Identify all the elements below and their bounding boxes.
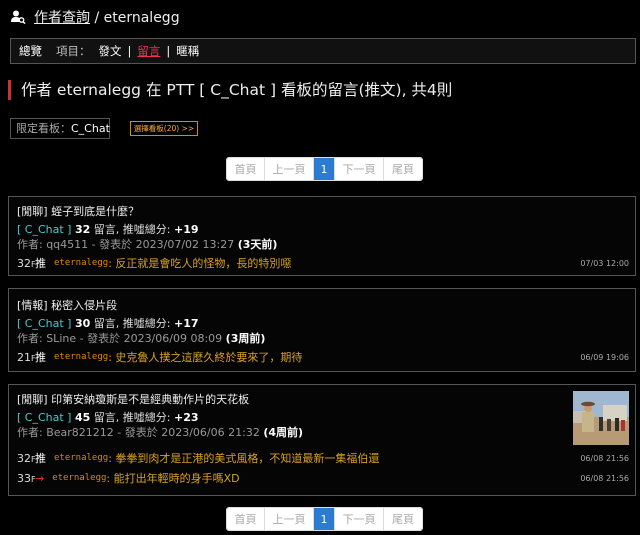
tab-posts[interactable]: 發文 [99, 43, 122, 59]
comment-count: 45 [74, 411, 91, 424]
comment-time: 06/08 21:56 [580, 473, 629, 483]
comment-push-tag: 推 [35, 351, 46, 364]
board-filter-label: 限定看板： [16, 122, 71, 135]
post-stats: [ C_Chat ] 45 留言, 推噓總分: +23 [17, 409, 199, 425]
post-card: [情報] 秘密入侵片段 [ C_Chat ] 30 留言, 推噓總分: +17 … [8, 288, 636, 372]
relative-time: (4周前) [263, 426, 304, 439]
board-filter-value: C_Chat [71, 122, 110, 135]
post-meta: 作者: Bear821212 - 發表於 2023/06/06 21:32 (4… [17, 424, 303, 440]
comment-text: : 史克魯人撲之這麼久終於要來了，期待 [108, 351, 303, 364]
comment-push-tag: 推 [35, 452, 46, 465]
comment-user[interactable]: eternalegg [54, 453, 108, 463]
relative-time: (3周前) [225, 332, 266, 345]
author-name: eternalegg [103, 10, 180, 26]
comment-text: : 反正就是會吃人的怪物，長的特別噁 [108, 257, 292, 270]
comment-time: 06/08 21:56 [580, 453, 629, 463]
stats-label: 留言, 推噓總分: [90, 223, 174, 236]
comment-text: : 能打出年輕時的身手嗎XD [106, 472, 240, 485]
score: +17 [173, 317, 199, 330]
pager-current-page[interactable]: 1 [314, 158, 335, 180]
stats-label: 留言, 推噓總分: [90, 411, 174, 424]
post-author-date: 作者: Bear821212 - 發表於 2023/06/06 21:32 [17, 426, 260, 439]
comment-row: 21F 推 eternalegg : 史克魯人撲之這麼久終於要來了，期待 06/… [17, 350, 629, 365]
pager-top: 首頁 上一頁 1 下一頁 尾頁 [226, 157, 423, 181]
comment-floor: 33F [17, 471, 36, 485]
pager-first-button[interactable]: 首頁 [227, 508, 265, 530]
comment-floor: 32F [17, 256, 36, 270]
results-heading: 作者 eternalegg 在 PTT [ C_Chat ] 看板的留言(推文)… [8, 80, 452, 100]
breadcrumb-separator: / [90, 10, 104, 26]
comment-time: 07/03 12:00 [580, 258, 629, 268]
post-stats: [ C_Chat ] 30 留言, 推噓總分: +17 [17, 315, 199, 331]
board-tag[interactable]: [ C_Chat ] [17, 223, 71, 236]
pager-next-button[interactable]: 下一頁 [335, 508, 384, 530]
post-title[interactable]: [情報] 秘密入侵片段 [17, 297, 117, 313]
board-tag[interactable]: [ C_Chat ] [17, 317, 71, 330]
tab-nicknames[interactable]: 暱稱 [176, 43, 199, 59]
post-title[interactable]: [閒聊] 印第安納瓊斯是不是經典動作片的天花板 [17, 391, 249, 407]
stats-label: 留言, 推噓總分: [90, 317, 174, 330]
post-meta: 作者: qq4511 - 發表於 2023/07/02 13:27 (3天前) [17, 236, 277, 252]
comment-count: 32 [74, 223, 91, 236]
author-search-link[interactable]: 作者查詢 [34, 10, 90, 26]
comment-floor: 21F [17, 350, 36, 364]
select-board-button[interactable]: 選擇看板(20) >> [130, 121, 198, 136]
post-author-date: 作者: qq4511 - 發表於 2023/07/02 13:27 [17, 238, 235, 251]
pager-last-button[interactable]: 尾頁 [384, 508, 422, 530]
comment-row: 32F 推 eternalegg : 反正就是會吃人的怪物，長的特別噁 07/0… [17, 256, 629, 271]
comment-time: 06/09 19:06 [580, 352, 629, 362]
comment-user[interactable]: eternalegg [52, 473, 106, 483]
comment-user[interactable]: eternalegg [54, 352, 108, 362]
category-tabs: 總覽 項目： 發文 | 留言 | 暱稱 [10, 38, 636, 64]
comment-text: : 拳拳到肉才是正港的美式風格，不知道最新一集福伯還 [108, 452, 380, 465]
pager-current-page[interactable]: 1 [314, 508, 335, 530]
post-author-date: 作者: SLine - 發表於 2023/06/09 08:09 [17, 332, 223, 345]
user-search-icon [10, 9, 26, 25]
comment-user[interactable]: eternalegg [54, 258, 108, 268]
score: +19 [173, 223, 199, 236]
tab-separator: | [166, 44, 171, 58]
tab-comments[interactable]: 留言 [137, 43, 160, 59]
tabs-label: 項目： [56, 44, 91, 58]
comment-arrow-tag: → [35, 471, 45, 485]
comment-push-tag: 推 [35, 257, 46, 270]
page-header: 作者查詢 / eternalegg [10, 6, 180, 28]
pager-prev-button[interactable]: 上一頁 [265, 508, 314, 530]
board-filter: 限定看板：C_Chat [10, 118, 110, 139]
post-stats: [ C_Chat ] 32 留言, 推噓總分: +19 [17, 221, 199, 237]
comment-row: 33F → eternalegg : 能打出年輕時的身手嗎XD 06/08 21… [17, 471, 629, 486]
page-title: 作者查詢 / eternalegg [34, 7, 180, 27]
pager-last-button[interactable]: 尾頁 [384, 158, 422, 180]
post-card: [閒聊] 蛭子到底是什麼？ [ C_Chat ] 32 留言, 推噓總分: +1… [8, 196, 636, 276]
comment-row: 32F 推 eternalegg : 拳拳到肉才是正港的美式風格，不知道最新一集… [17, 451, 629, 466]
relative-time: (3天前) [237, 238, 278, 251]
score: +23 [173, 411, 199, 424]
post-card: [閒聊] 印第安納瓊斯是不是經典動作片的天花板 [ C_Chat ] 45 留言… [8, 384, 636, 496]
post-title[interactable]: [閒聊] 蛭子到底是什麼？ [17, 203, 139, 219]
post-meta: 作者: SLine - 發表於 2023/06/09 08:09 (3周前) [17, 330, 265, 346]
pager-bottom: 首頁 上一頁 1 下一頁 尾頁 [226, 507, 423, 531]
post-thumbnail[interactable] [573, 391, 629, 445]
pager-prev-button[interactable]: 上一頁 [265, 158, 314, 180]
tab-overview[interactable]: 總覽 [19, 43, 42, 59]
board-tag[interactable]: [ C_Chat ] [17, 411, 71, 424]
tab-separator: | [127, 44, 132, 58]
pager-next-button[interactable]: 下一頁 [335, 158, 384, 180]
comment-floor: 32F [17, 451, 36, 465]
pager-first-button[interactable]: 首頁 [227, 158, 265, 180]
comment-count: 30 [74, 317, 91, 330]
